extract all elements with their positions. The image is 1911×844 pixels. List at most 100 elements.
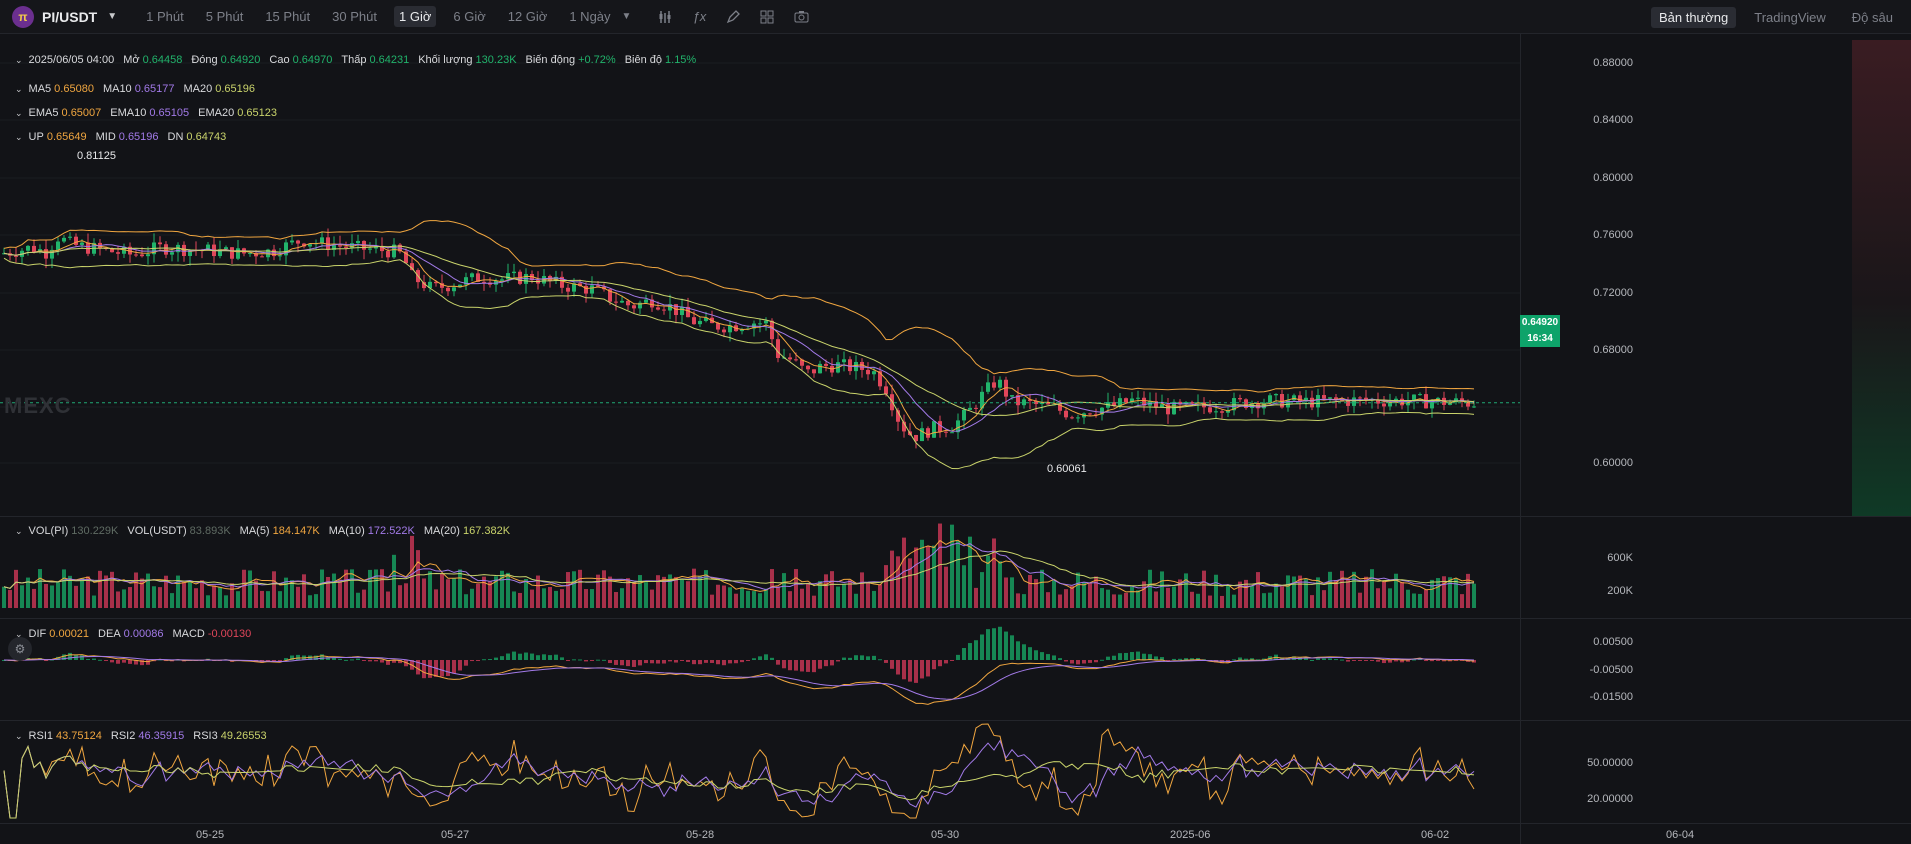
volume-bar — [1046, 592, 1050, 608]
volume-bar — [1412, 593, 1416, 608]
candle-body — [32, 245, 36, 252]
collapse-chevron-icon[interactable]: ⌄ — [15, 731, 23, 742]
volume-bar — [716, 584, 720, 608]
volume-bar — [1424, 589, 1428, 608]
candle-body — [452, 287, 456, 292]
macd-bar — [1010, 635, 1014, 660]
boll-upper-line — [3, 220, 1475, 393]
price-tick: 0.88000 — [1593, 57, 1633, 69]
macd-bar — [380, 660, 384, 663]
collapse-chevron-icon[interactable]: ⌄ — [15, 84, 23, 95]
volume-bar — [188, 581, 192, 608]
candle-body — [500, 279, 504, 281]
ma5-value: 0.65080 — [54, 83, 94, 95]
rsi3-line — [3, 745, 1475, 819]
volume-bar — [1406, 589, 1410, 608]
candle-body — [290, 240, 294, 243]
candle-body — [308, 244, 312, 247]
macd-bar — [422, 660, 426, 679]
volume-bar — [644, 582, 648, 608]
volume-bar — [1304, 578, 1308, 608]
macd-bar — [614, 660, 618, 665]
volume-bar — [98, 570, 102, 608]
macd-bar — [542, 654, 546, 660]
pane-divider[interactable] — [0, 516, 1911, 517]
candle-body — [620, 300, 624, 303]
collapse-chevron-icon[interactable]: ⌄ — [15, 132, 23, 143]
change-label: Biến động — [525, 54, 576, 66]
macd-bar — [752, 658, 756, 660]
rsi2-value: 46.35915 — [138, 730, 185, 742]
volume-bar — [728, 587, 732, 608]
macd-bar — [1100, 659, 1104, 661]
macd-bar — [374, 660, 378, 662]
chart-settings-icon[interactable]: ⚙ — [8, 637, 32, 661]
macd-bar — [818, 660, 822, 669]
volume-bar — [170, 593, 174, 608]
volume-bar — [230, 583, 234, 608]
macd-bar — [92, 658, 96, 660]
candle-body — [632, 305, 636, 309]
volume-bar — [1226, 586, 1230, 608]
low-marker: 0.60061 — [1047, 463, 1087, 475]
candle-body — [950, 432, 954, 434]
candle-body — [386, 251, 390, 258]
pane-divider[interactable] — [0, 618, 1911, 619]
macd-bar — [794, 660, 798, 671]
candle-body — [662, 309, 666, 311]
candle-body — [446, 287, 450, 292]
macd-bar — [908, 660, 912, 682]
volume-bar — [614, 592, 618, 608]
volume-bar — [806, 583, 810, 608]
macd-bar — [788, 660, 792, 671]
macd-bar — [1430, 660, 1434, 662]
boll-mid-value: 0.65196 — [118, 131, 159, 143]
macd-bar — [500, 656, 504, 660]
volume-bar — [506, 572, 510, 608]
x-tick: 06-02 — [1421, 829, 1450, 841]
volume-bar — [1118, 594, 1122, 608]
ema10-value: 0.65105 — [149, 107, 190, 119]
candle-body — [1328, 397, 1332, 399]
macd-bar — [530, 653, 534, 660]
volume-bar — [212, 585, 216, 608]
collapse-chevron-icon[interactable]: ⌄ — [15, 526, 23, 537]
candle-body — [818, 363, 822, 374]
macd-bar — [926, 660, 930, 677]
macd-bar — [536, 655, 540, 660]
macd-bar — [1118, 653, 1122, 660]
macd-bar — [560, 657, 564, 660]
last-price-tag: 0.64920 16:34 — [1520, 315, 1560, 347]
volume-bar — [296, 586, 300, 608]
volume-bar — [674, 576, 678, 608]
volume-bar — [428, 571, 432, 608]
x-tick: 05-28 — [686, 829, 715, 841]
volume-bar — [878, 584, 882, 608]
collapse-chevron-icon[interactable]: ⌄ — [15, 55, 23, 66]
volume-bar — [680, 578, 684, 608]
macd-bar — [1394, 660, 1398, 662]
volume-bar — [272, 571, 276, 608]
candle-body — [1076, 417, 1080, 419]
vol-ma20-value: 167.382K — [462, 525, 511, 537]
macd-bar — [890, 660, 894, 669]
volume-bar — [404, 583, 408, 608]
candle-body — [278, 255, 282, 257]
collapse-chevron-icon[interactable]: ⌄ — [15, 108, 23, 119]
volume-bar — [386, 591, 390, 608]
candle-body — [1088, 413, 1092, 415]
volume-bar — [794, 569, 798, 608]
pane-divider[interactable] — [0, 720, 1911, 721]
volume-bar — [1250, 585, 1254, 608]
volume-bar — [434, 589, 438, 608]
volume-bar — [56, 582, 60, 608]
macd-bar — [440, 660, 444, 677]
candle-body — [824, 363, 828, 366]
candle-body — [944, 431, 948, 433]
candle-body — [338, 245, 342, 247]
macd-bar — [704, 660, 708, 663]
ohlc-legend: ⌄ 2025/06/05 04:00 Mở 0.64458 Đóng 0.64920… — [15, 54, 705, 66]
volume-bar — [854, 593, 858, 608]
macd-bar — [800, 660, 804, 672]
price-axis[interactable] — [1520, 34, 1911, 844]
